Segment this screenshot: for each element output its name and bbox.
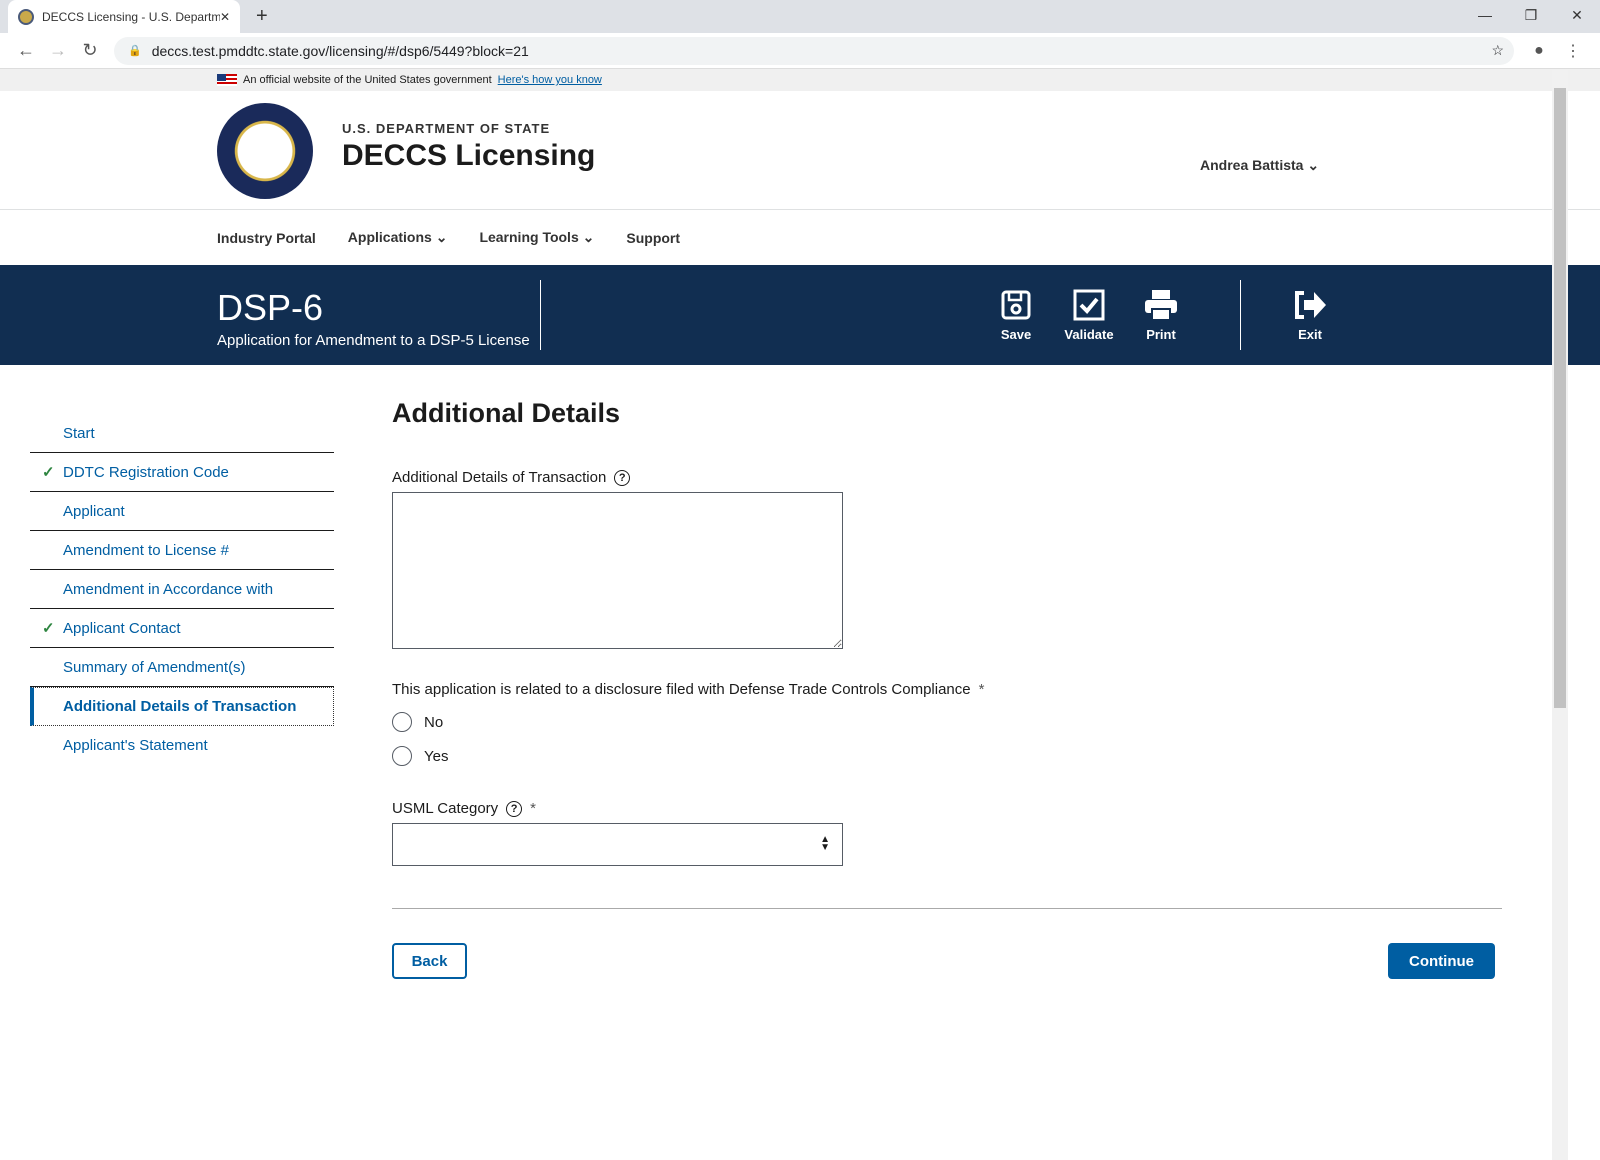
tab-title: DECCS Licensing - U.S. Departme	[42, 9, 220, 24]
sidebar-item[interactable]: ✓ Applicant Contact	[30, 609, 334, 648]
sidebar-item[interactable]: Applicant	[30, 492, 334, 531]
main-nav: Industry Portal Applications ⌄ Learning …	[0, 210, 1600, 265]
save-button[interactable]: Save	[981, 289, 1051, 342]
chevron-down-icon: ⌄	[1307, 157, 1320, 173]
sidebar-item-label: Applicant	[63, 502, 125, 520]
check-icon: ✓	[42, 620, 55, 637]
radio-circle[interactable]	[392, 746, 412, 766]
nav-learning-tools[interactable]: Learning Tools ⌄	[479, 229, 594, 246]
address-bar: ← → ↻ 🔒 deccs.test.pmddtc.state.gov/licen…	[0, 33, 1600, 69]
sidebar-item-label: Summary of Amendment(s)	[63, 658, 246, 676]
check-icon: ✓	[42, 464, 55, 481]
sidebar-item-label: Applicant's Statement	[63, 737, 208, 754]
sidebar-item-label: Amendment to License #	[63, 541, 229, 559]
nav-support[interactable]: Support	[626, 230, 680, 246]
reload-icon[interactable]: ↻	[74, 40, 106, 61]
minimize-icon[interactable]: —	[1462, 0, 1508, 30]
sidebar-item[interactable]: Applicant's Statement	[30, 726, 334, 765]
form-title: DSP-6	[217, 287, 324, 328]
help-icon[interactable]: ?	[506, 800, 523, 817]
save-icon	[1001, 290, 1031, 320]
close-window-icon[interactable]: ✕	[1554, 0, 1600, 30]
us-flag-icon	[217, 74, 237, 86]
details-label: Additional Details of Transaction?	[392, 469, 1502, 486]
menu-icon[interactable]: ⋮	[1556, 41, 1590, 61]
checkbox-icon	[1073, 289, 1105, 321]
divider	[392, 908, 1502, 909]
browser-tab-bar: DECCS Licensing - U.S. Departme ✕ + — ❐ ✕	[0, 0, 1600, 33]
usml-label: USML Category? *	[392, 800, 536, 817]
print-button[interactable]: Print	[1126, 289, 1196, 342]
disclosure-label: This application is related to a disclos…	[392, 681, 985, 698]
form-subtitle: Application for Amendment to a DSP-5 Lic…	[217, 332, 530, 349]
nav-applications[interactable]: Applications ⌄	[348, 229, 448, 246]
details-textarea[interactable]	[392, 492, 843, 649]
star-icon[interactable]: ☆	[1491, 42, 1504, 59]
usml-category-select[interactable]: ▲ ▼	[392, 823, 843, 866]
close-tab-icon[interactable]: ✕	[220, 10, 230, 24]
step-sidebar: Start ✓ DDTC Registration Code Applicant Ame…	[30, 414, 334, 765]
help-icon[interactable]: ?	[614, 469, 631, 486]
page-title: Additional Details	[392, 398, 621, 428]
sidebar-item[interactable]: Summary of Amendment(s)	[30, 648, 334, 687]
sidebar-item-label: Amendment in Accordance with	[63, 580, 274, 598]
exit-button[interactable]: Exit	[1275, 289, 1345, 342]
department-seal-logo	[217, 103, 313, 199]
validate-button[interactable]: Validate	[1054, 289, 1124, 342]
sidebar-item-label: Start	[63, 424, 95, 442]
sidebar-item[interactable]: Amendment in Accordance with	[30, 570, 334, 609]
url-text: deccs.test.pmddtc.state.gov/licensing/#/…	[151, 42, 529, 59]
lock-icon: 🔒	[128, 45, 142, 57]
app-name[interactable]: DECCS Licensing	[342, 139, 595, 173]
banner-text: An official website of the United States…	[243, 74, 492, 86]
continue-button[interactable]: Continue	[1388, 943, 1495, 979]
user-name: Andrea Battista	[1200, 157, 1304, 173]
radio-yes[interactable]: Yes	[392, 746, 1502, 766]
url-input[interactable]: 🔒 deccs.test.pmddtc.state.gov/licensing/#…	[114, 36, 1514, 65]
sidebar-item-label: DDTC Registration Code	[63, 463, 229, 481]
profile-icon[interactable]: ●	[1522, 42, 1556, 60]
sign-out-icon	[1295, 291, 1326, 319]
form-header: DSP-6 Application for Amendment to a DSP…	[0, 265, 1600, 365]
user-menu[interactable]: Andrea Battista ⌄	[1200, 157, 1319, 174]
radio-no[interactable]: No	[392, 712, 1502, 732]
back-icon[interactable]: ←	[10, 40, 42, 61]
radio-circle[interactable]	[392, 712, 412, 732]
back-button[interactable]: Back	[392, 943, 467, 979]
scrollbar[interactable]	[1552, 70, 1568, 1160]
print-icon	[1145, 290, 1177, 321]
browser-tab[interactable]: DECCS Licensing - U.S. Departme ✕	[8, 0, 240, 33]
sidebar-item[interactable]: Additional Details of Transaction	[30, 687, 334, 726]
sidebar-item[interactable]: Start	[30, 414, 334, 453]
how-you-know-link[interactable]: Here's how you know	[498, 74, 602, 86]
sidebar-item-label: Applicant Contact	[63, 619, 181, 637]
gov-banner: An official website of the United States…	[0, 69, 1600, 91]
sidebar-item[interactable]: Amendment to License #	[30, 531, 334, 570]
sort-arrows-icon: ▲ ▼	[820, 834, 830, 853]
nav-industry-portal[interactable]: Industry Portal	[217, 230, 316, 246]
new-tab-button[interactable]: +	[256, 5, 268, 28]
forward-icon[interactable]: →	[42, 40, 74, 61]
site-header: U.S. DEPARTMENT OF STATE DECCS Licensing…	[0, 91, 1600, 210]
department-name: U.S. DEPARTMENT OF STATE	[342, 121, 551, 136]
favicon-icon	[18, 8, 34, 25]
sidebar-item[interactable]: ✓ DDTC Registration Code	[30, 453, 334, 492]
main-content: Additional Details Additional Details of…	[392, 398, 1502, 979]
sidebar-item-label: Additional Details of Transaction	[63, 698, 297, 715]
restore-icon[interactable]: ❐	[1508, 0, 1554, 30]
